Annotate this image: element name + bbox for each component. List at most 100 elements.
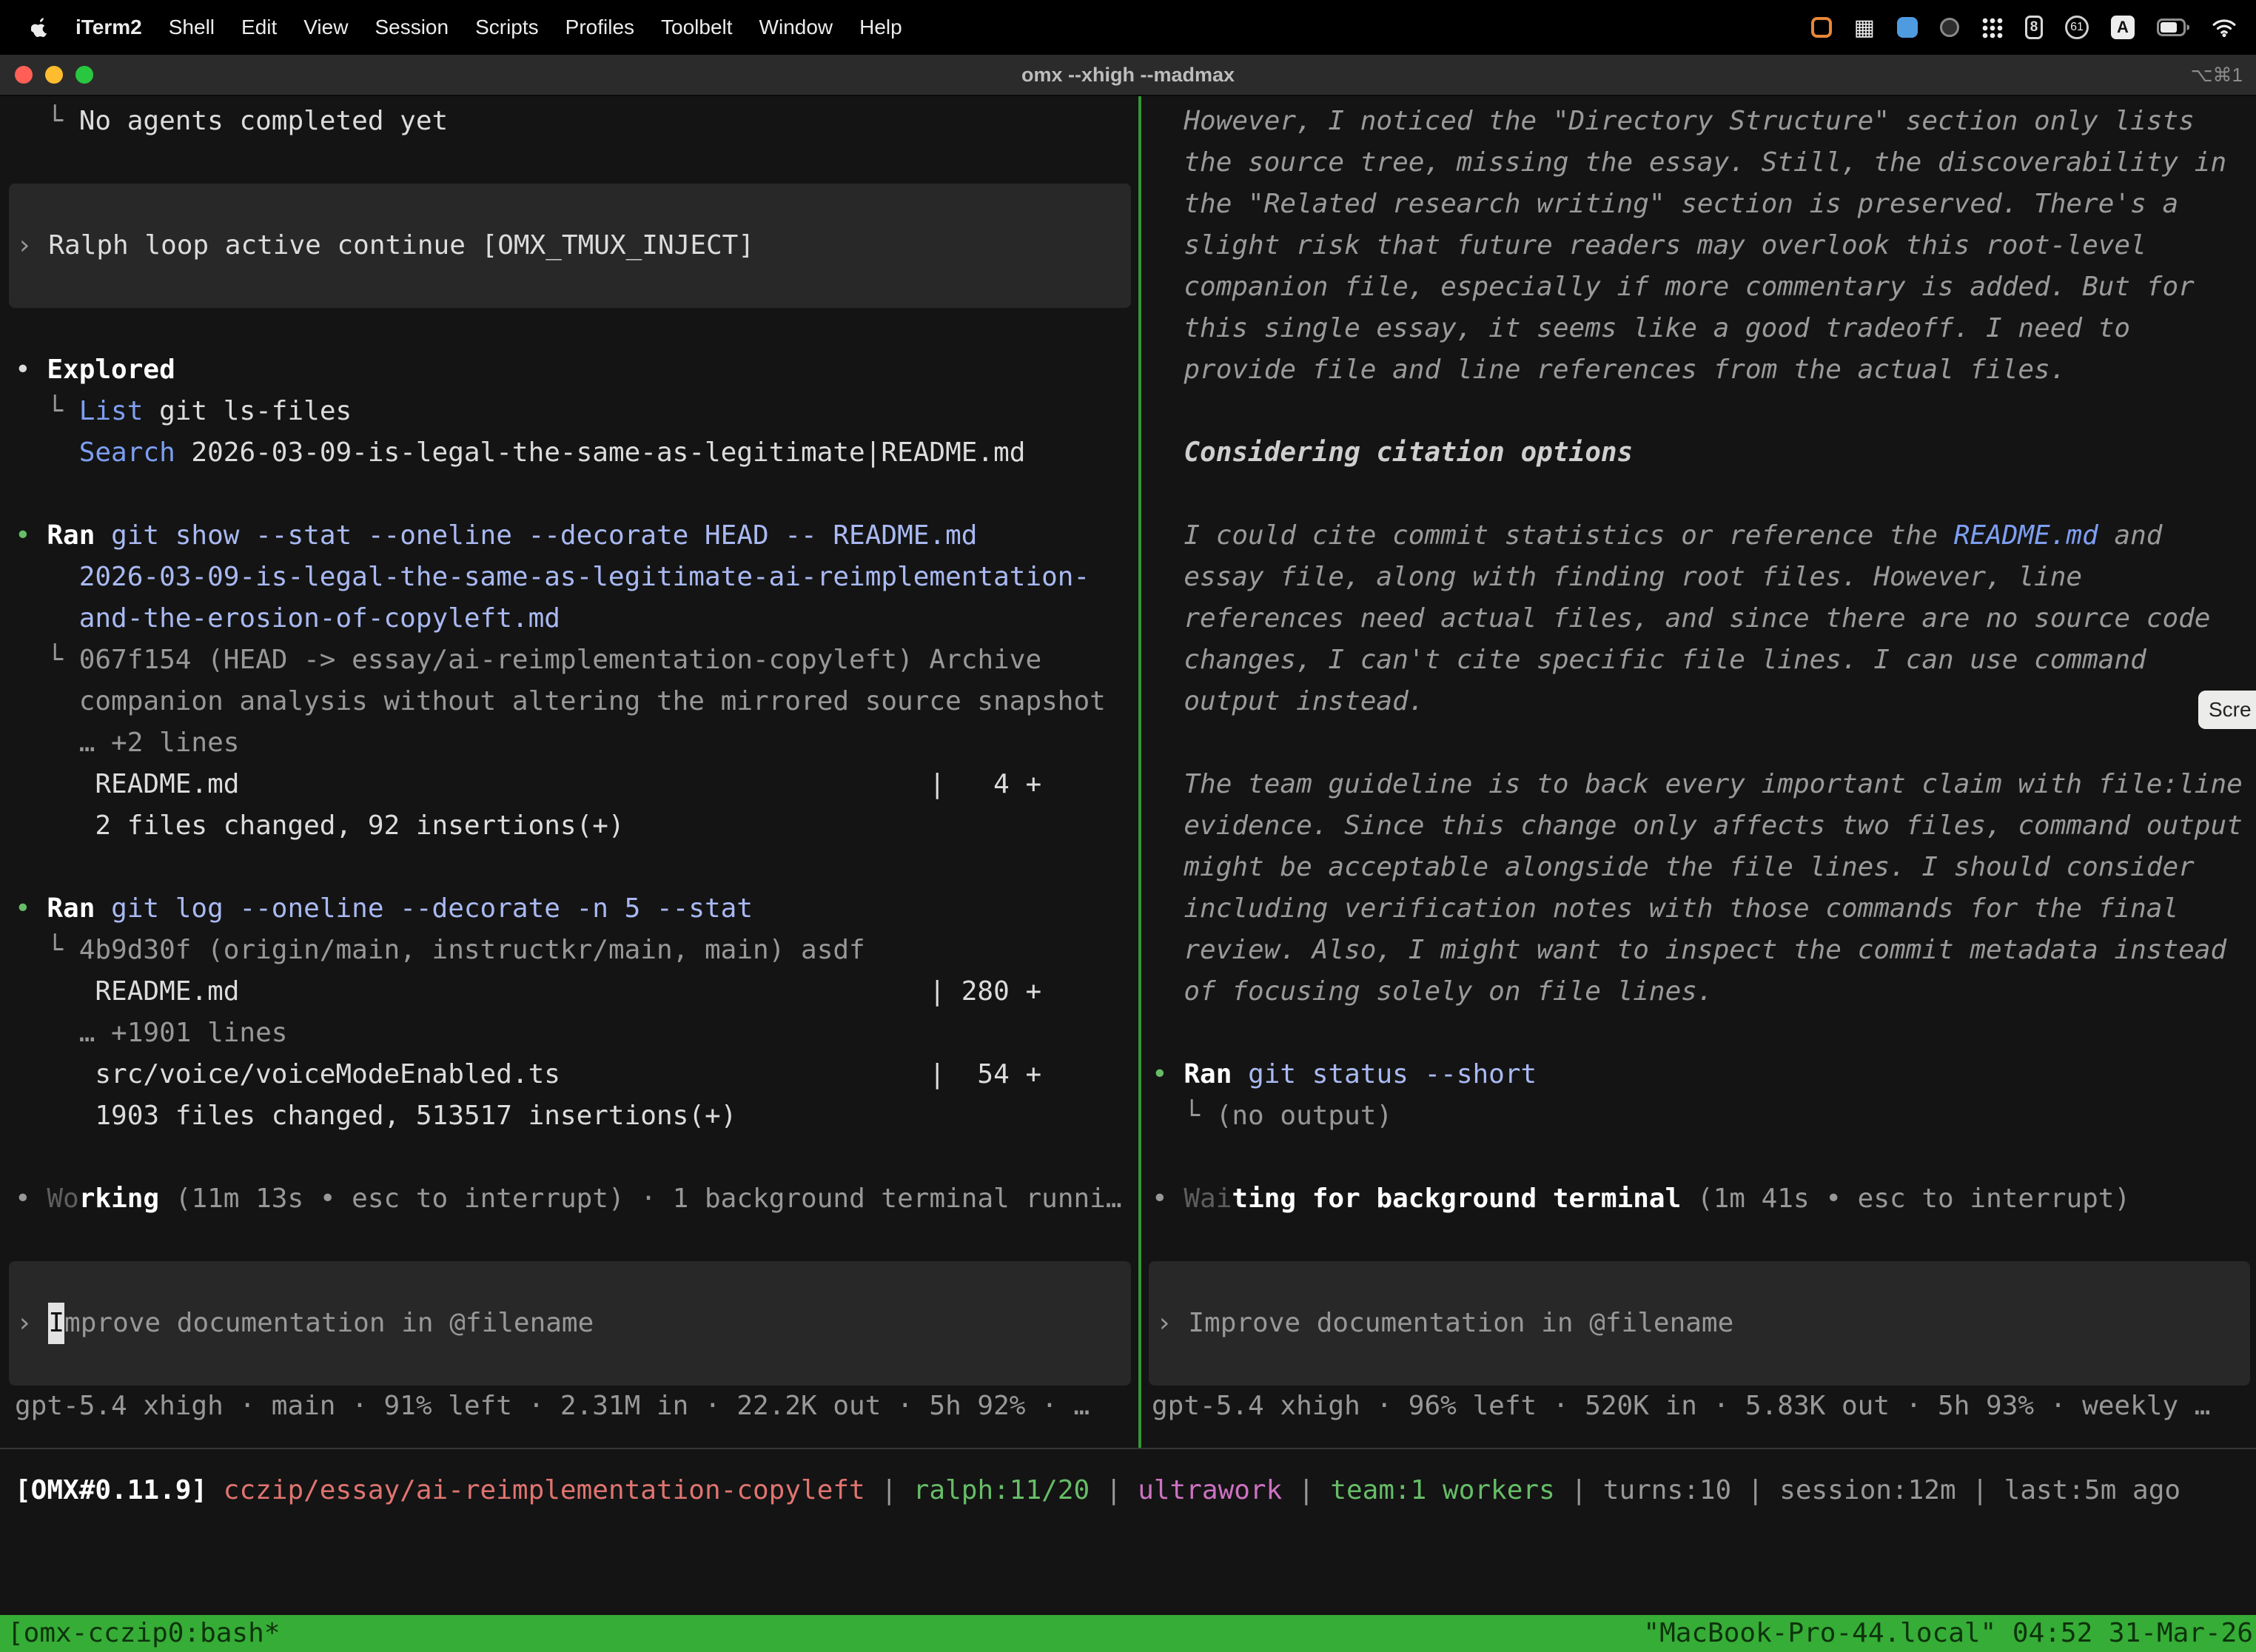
text-segment: essay file, along with finding root file… xyxy=(1152,562,2082,592)
menu-bar-status-icons: ▦ 8 61 A xyxy=(1811,15,2237,41)
terminal-line: README.md | 280 + xyxy=(15,971,1138,1013)
terminal-line xyxy=(1152,391,2256,432)
battery-icon[interactable] xyxy=(2157,19,2189,36)
text-segment: Ralph loop active continue [OMX_TMUX_INJ… xyxy=(48,225,754,266)
terminal-line xyxy=(15,142,1138,184)
text-segment: └ xyxy=(15,106,79,136)
tmux-pane-right[interactable]: However, I noticed the "Directory Struct… xyxy=(1141,96,2256,1448)
menu-bar-left: iTerm2 Shell Edit View Session Scripts Profile… xyxy=(31,16,902,39)
text-segment: Wo xyxy=(47,1183,78,1214)
terminal-line: companion file, especially if more comme… xyxy=(1152,266,2256,308)
menu-item-edit[interactable]: Edit xyxy=(241,16,277,39)
terminal-line: including verification notes with those … xyxy=(1152,888,2256,930)
terminal-line xyxy=(15,847,1138,888)
prompt-chevron: › xyxy=(16,1303,48,1344)
key-8-icon[interactable]: 8 xyxy=(2025,16,2043,39)
turns-counter: turns:10 xyxy=(1603,1475,1731,1505)
team-workers: team:1 workers xyxy=(1330,1475,1554,1505)
battery-percent-icon[interactable]: 61 xyxy=(2065,16,2089,39)
terminal-line xyxy=(1152,1220,2256,1261)
separator: | xyxy=(1090,1475,1138,1505)
menu-item-shell[interactable]: Shell xyxy=(169,16,215,39)
bullet: • xyxy=(15,520,47,551)
menu-item-iterm2[interactable]: iTerm2 xyxy=(75,16,142,39)
prompt-chevron: › xyxy=(1156,1303,1188,1344)
text-segment: evidence. Since this change only affects… xyxy=(1152,810,2243,841)
menu-item-window[interactable]: Window xyxy=(759,16,833,39)
terminal-line xyxy=(1152,1013,2256,1054)
ran-git-show: • Ran git show --stat --oneline --decora… xyxy=(15,515,1138,557)
text-segment: rking xyxy=(79,1183,159,1214)
text-cursor: I xyxy=(48,1303,64,1344)
text-segment: and xyxy=(2098,520,2163,551)
tmux-pane-left[interactable]: └ No agents completed yet › Ralph loop ac… xyxy=(0,96,1138,1448)
text-segment: slight risk that future readers may over… xyxy=(1152,230,2146,261)
tmux-session-name: [omx-cczip0:bash* xyxy=(7,1615,280,1652)
text-segment: 067f154 (HEAD -> essay/ai-reimplementati… xyxy=(79,645,1041,675)
command-input[interactable]: › Improve documentation in @filename xyxy=(1149,1261,2250,1386)
menu-item-help[interactable]: Help xyxy=(859,16,902,39)
window-title-bar[interactable]: omx --xhigh --madmax ⌥⌘1 xyxy=(0,55,2256,96)
terminal-line: └ List git ls-files xyxy=(15,391,1138,432)
text-segment: changes, I can't cite specific file line… xyxy=(1152,645,2146,675)
input-source-icon[interactable]: A xyxy=(2111,16,2135,39)
bullet: • xyxy=(15,1183,47,1214)
wifi-icon[interactable] xyxy=(2212,17,2237,38)
window-title: omx --xhigh --madmax xyxy=(0,55,2256,95)
screen-recording-icon[interactable] xyxy=(1811,17,1832,38)
terminal-line xyxy=(1152,722,2256,764)
text-segment: might be acceptable alongside the file l… xyxy=(1152,852,2195,882)
text-segment: 2 files changed, 92 insertions(+) xyxy=(15,810,625,841)
text-segment: └ xyxy=(15,935,79,965)
menu-item-session[interactable]: Session xyxy=(375,16,449,39)
terminal-line xyxy=(1152,474,2256,515)
text-segment: No agents completed yet xyxy=(79,106,449,136)
text-segment: └ xyxy=(15,645,79,675)
text-segment: companion file, especially if more comme… xyxy=(1152,272,2195,302)
menu-item-profiles[interactable]: Profiles xyxy=(565,16,634,39)
terminal-line: evidence. Since this change only affects… xyxy=(1152,805,2256,847)
terminal-line: slight risk that future readers may over… xyxy=(1152,225,2256,266)
separator: | xyxy=(1555,1475,1603,1505)
dots-grid-icon[interactable] xyxy=(1981,17,2003,38)
ran-git-log: • Ran git log --oneline --decorate -n 5 … xyxy=(15,888,1138,930)
text-segment: The team guideline is to back every impo… xyxy=(1152,769,2243,799)
window-grid-icon[interactable]: ▦ xyxy=(1854,15,1875,41)
session-duration: session:12m xyxy=(1779,1475,1955,1505)
text-segment: Ran xyxy=(47,520,111,551)
blue-app-icon[interactable] xyxy=(1897,17,1918,38)
terminal-line: … +2 lines xyxy=(15,722,1138,764)
working-status: • Working (11m 13s • esc to interrupt) ·… xyxy=(15,1178,1138,1220)
screen-share-popup[interactable]: Scre xyxy=(2198,691,2256,729)
text-segment: (11m 13s • esc to interrupt) · 1 backgro… xyxy=(159,1183,1121,1214)
command-input[interactable]: › Improve documentation in @filename xyxy=(9,1261,1131,1386)
terminal-line xyxy=(15,308,1138,349)
text-segment: (1m 41s • esc to interrupt) xyxy=(1681,1183,2130,1214)
text-segment: git log --oneline --decorate -n 5 --stat xyxy=(111,893,753,924)
terminal-line xyxy=(15,1137,1138,1178)
prompt-chevron: › xyxy=(16,225,48,266)
text-segment: … +2 lines xyxy=(15,728,239,758)
ran-git-status: • Ran git status --short xyxy=(1152,1054,2256,1095)
ralph-counter: ralph:11/20 xyxy=(913,1475,1090,1505)
ralph-loop-message: › Ralph loop active continue [OMX_TMUX_I… xyxy=(9,184,1131,308)
terminal-line: README.md | 4 + xyxy=(15,764,1138,805)
menu-item-scripts[interactable]: Scripts xyxy=(475,16,539,39)
bullet: • xyxy=(1152,1183,1184,1214)
dark-app-icon[interactable] xyxy=(1940,18,1959,37)
terminal-line: The team guideline is to back every impo… xyxy=(1152,764,2256,805)
menu-item-toolbelt[interactable]: Toolbelt xyxy=(661,16,733,39)
terminal-line: essay file, along with finding root file… xyxy=(1152,557,2256,598)
model-status-line: gpt-5.4 xhigh · main · 91% left · 2.31M … xyxy=(15,1386,1138,1427)
text-segment: Explored xyxy=(47,355,175,385)
menu-item-view[interactable]: View xyxy=(303,16,348,39)
text-segment: (no output) xyxy=(1216,1101,1392,1131)
apple-menu-icon[interactable] xyxy=(31,17,49,38)
screen: iTerm2 Shell Edit View Session Scripts Profile… xyxy=(0,0,2256,1652)
agents-status-line: └ No agents completed yet xyxy=(15,101,1138,142)
text-segment: references need actual files, and since … xyxy=(1152,603,2210,634)
text-segment xyxy=(1152,437,1184,468)
action-search: Search xyxy=(79,437,175,468)
terminal-line: └ (no output) xyxy=(1152,1095,2256,1137)
terminal-line: However, I noticed the "Directory Struct… xyxy=(1152,101,2256,142)
